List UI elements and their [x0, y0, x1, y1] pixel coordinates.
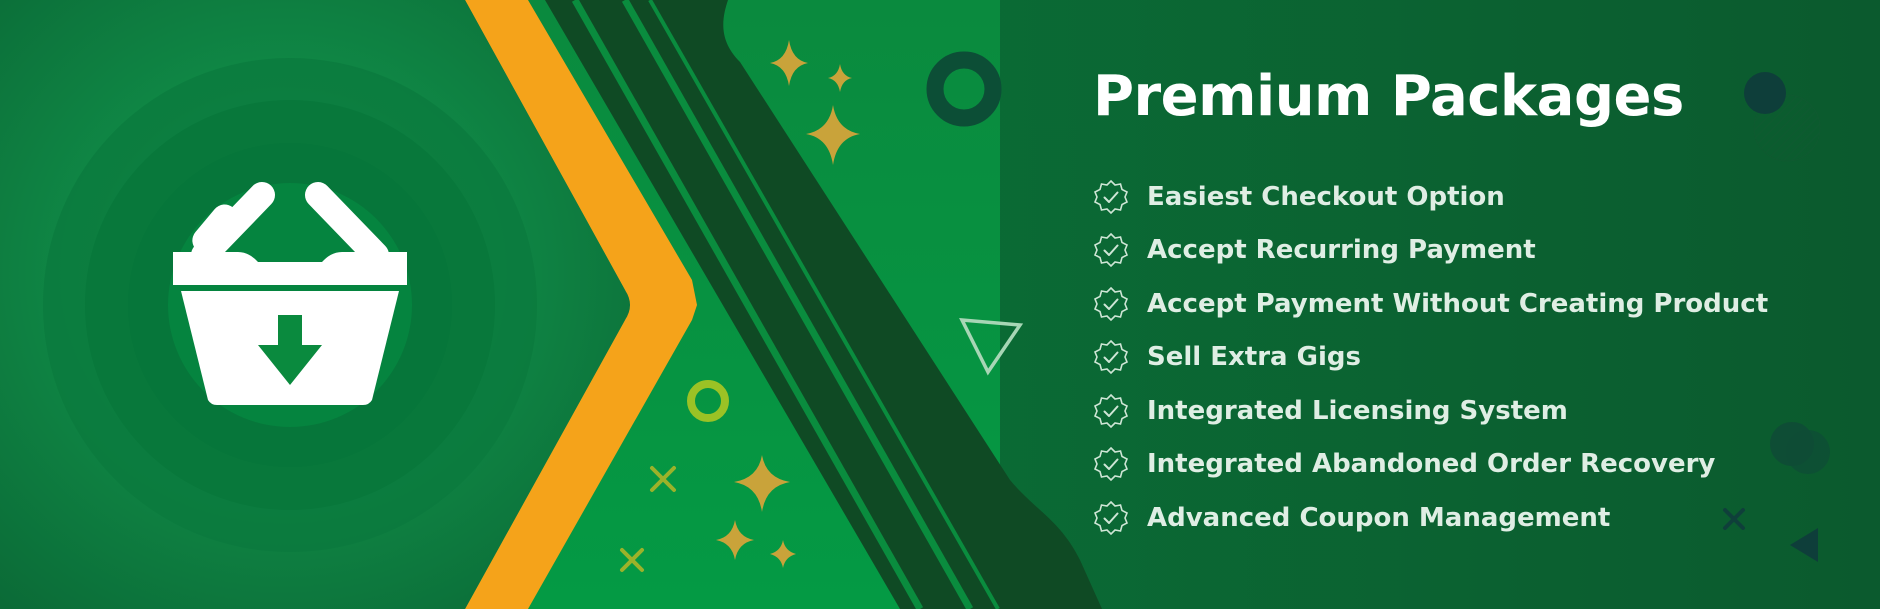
list-item: Accept Payment Without Creating Product	[1093, 277, 1768, 331]
list-item: Accept Recurring Payment	[1093, 224, 1768, 278]
list-item: Advanced Coupon Management	[1093, 491, 1768, 545]
check-badge-icon	[1093, 233, 1129, 268]
feature-label: Easiest Checkout Option	[1147, 181, 1505, 212]
feature-label: Advanced Coupon Management	[1147, 502, 1611, 533]
check-badge-icon	[1093, 179, 1129, 214]
check-badge-icon	[1093, 340, 1129, 375]
check-badge-icon	[1093, 500, 1129, 535]
list-item: Integrated Licensing System	[1093, 384, 1768, 438]
check-badge-icon	[1093, 393, 1129, 428]
check-badge-icon	[1093, 286, 1129, 321]
feature-label: Accept Recurring Payment	[1147, 235, 1536, 266]
list-item: Integrated Abandoned Order Recovery	[1093, 438, 1768, 492]
feature-label: Integrated Abandoned Order Recovery	[1147, 449, 1716, 480]
feature-label: Accept Payment Without Creating Product	[1147, 288, 1769, 319]
page-title: Premium Packages	[1093, 64, 1684, 129]
check-badge-icon	[1093, 447, 1129, 482]
list-item: Easiest Checkout Option	[1093, 170, 1768, 224]
premium-packages-banner: Premium Packages Easiest Checkout Option…	[0, 0, 1880, 609]
feature-label: Integrated Licensing System	[1147, 395, 1568, 426]
feature-label: Sell Extra Gigs	[1147, 342, 1361, 373]
list-item: Sell Extra Gigs	[1093, 331, 1768, 385]
feature-list: Easiest Checkout Option Accept Recurring…	[1093, 170, 1768, 545]
